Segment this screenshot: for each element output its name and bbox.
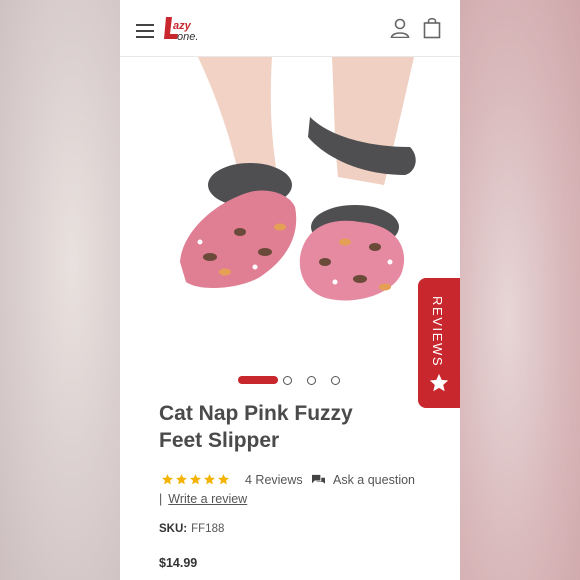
reviews-side-tab[interactable]: REVIEWS: [418, 278, 460, 408]
star-icon: [162, 474, 173, 485]
reviews-tab-label: REVIEWS: [430, 296, 445, 368]
phone-screen: azy one. REVIEWS Cat Nap Pink Fuzzy Feet…: [120, 0, 460, 580]
write-review-row: | Write a review: [159, 492, 247, 506]
background-left: [0, 0, 120, 580]
product-title-line2: Feet Slipper: [159, 429, 280, 452]
background-right: [460, 0, 580, 580]
star-rating[interactable]: [161, 473, 231, 489]
star-icon: [190, 474, 201, 485]
star-icon: [429, 373, 449, 392]
menu-icon[interactable]: [136, 24, 154, 38]
brand-logo[interactable]: azy one.: [162, 14, 210, 44]
sku-value: FF188: [191, 523, 225, 535]
product-title-line1: Cat Nap Pink Fuzzy: [159, 402, 353, 425]
chat-bubbles-icon[interactable]: [311, 474, 326, 487]
product-price: $14.99: [159, 556, 198, 570]
rating-row: 4 Reviews Ask a question: [161, 473, 441, 489]
star-icon: [204, 474, 215, 485]
product-image[interactable]: [120, 57, 460, 362]
write-review-link[interactable]: Write a review: [168, 492, 247, 506]
reviews-count-link[interactable]: 4 Reviews: [245, 473, 303, 487]
sku-label: SKU:: [159, 523, 188, 535]
separator: |: [159, 492, 163, 506]
carousel-dot[interactable]: [331, 376, 340, 385]
star-icon: [218, 474, 229, 485]
site-header: azy one.: [120, 0, 460, 57]
account-icon[interactable]: [390, 18, 410, 38]
sku-row: SKU: FF188: [159, 523, 224, 535]
shopping-bag-icon[interactable]: [423, 17, 441, 39]
carousel-dot-active[interactable]: [238, 376, 278, 384]
carousel-dot[interactable]: [283, 376, 292, 385]
carousel-indicator: [238, 375, 378, 387]
svg-text:one.: one.: [177, 31, 198, 43]
ask-question-link[interactable]: Ask a question: [333, 473, 415, 487]
carousel-dot[interactable]: [307, 376, 316, 385]
star-icon: [176, 474, 187, 485]
product-title: Cat Nap Pink Fuzzy Feet Slipper: [159, 400, 419, 454]
